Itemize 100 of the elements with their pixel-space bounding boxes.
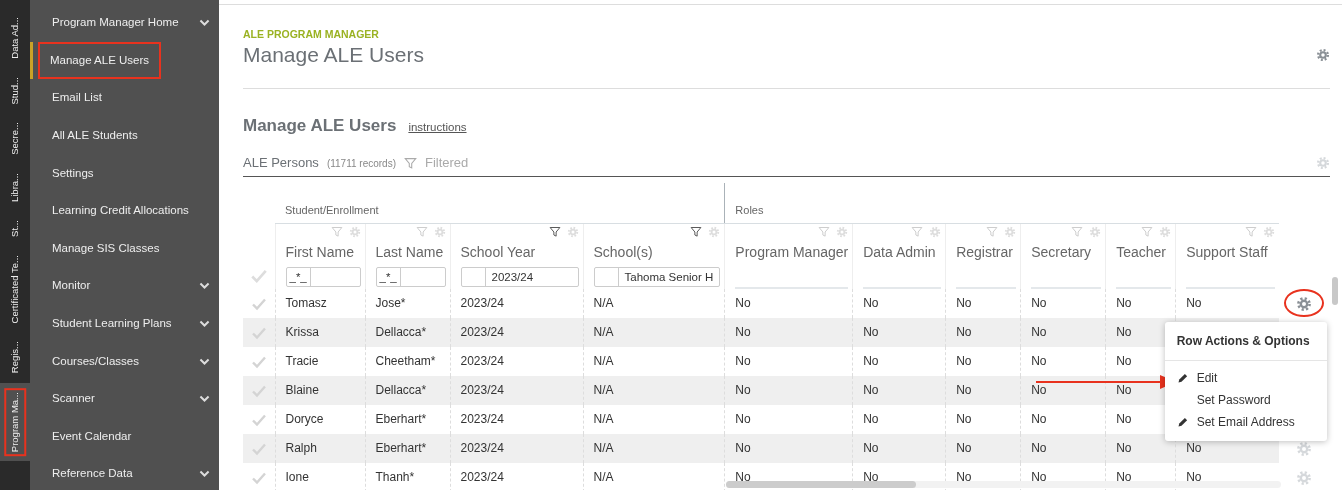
column-header[interactable]: Registrar: [956, 241, 1017, 263]
table-cell: Doryce: [285, 412, 324, 427]
page-title: Manage ALE Users: [243, 42, 424, 66]
table-cell: N/A: [593, 412, 614, 427]
column-header[interactable]: Support Staff: [1186, 241, 1275, 263]
sidebar-item[interactable]: Program Manager Home: [52, 14, 179, 32]
sidebar-item[interactable]: All ALE Students: [52, 126, 138, 145]
record-count: (11711 records): [326, 157, 396, 172]
column-header[interactable]: Secretary: [1031, 241, 1102, 263]
table-cell: Dellacca*: [375, 325, 427, 340]
vertical-tab[interactable]: Data Ad...: [0, 8, 30, 68]
vertical-tab[interactable]: Secre...: [0, 113, 30, 164]
row-check-icon[interactable]: [250, 296, 267, 313]
vertical-tab[interactable]: Stud...: [0, 67, 30, 114]
table-cell: No: [1186, 441, 1202, 456]
row-check-icon[interactable]: [250, 325, 267, 342]
pencil-icon: [1176, 371, 1189, 384]
table-cell: 2023/24: [460, 441, 504, 456]
table-cell: N/A: [593, 470, 614, 485]
sidebar-item[interactable]: Manage ALE Users: [38, 41, 162, 79]
column-header[interactable]: Teacher: [1116, 241, 1172, 263]
table-cell: N/A: [593, 354, 614, 369]
sidebar-item[interactable]: Learning Credit Allocations: [52, 202, 189, 220]
table-cell: No: [735, 412, 751, 427]
vertical-tab[interactable]: Libra...: [0, 163, 30, 211]
vertical-tab[interactable]: St...: [0, 211, 30, 246]
table-cell: No: [863, 412, 879, 427]
table-cell: Dellacca*: [375, 383, 427, 398]
section-title: Manage ALE Users: [243, 114, 397, 137]
table-cell: Eberhart*: [375, 412, 427, 427]
menu-item[interactable]: Set Password: [1164, 388, 1327, 411]
table-cell: N/A: [593, 441, 614, 456]
sidebar-item[interactable]: Manage SIS Classes: [52, 239, 160, 257]
horizontal-scrollbar[interactable]: [726, 481, 1281, 488]
table-cell: 2023/24: [460, 325, 504, 340]
table-cell: 2023/24: [460, 470, 504, 485]
menu-item[interactable]: Set Email Address: [1164, 410, 1327, 433]
row-check-icon[interactable]: [250, 412, 267, 429]
column-header[interactable]: Data Admin: [863, 241, 942, 263]
row-check-icon[interactable]: [250, 354, 267, 371]
row-check-icon[interactable]: [250, 383, 267, 400]
sidebar-item[interactable]: Settings: [52, 164, 94, 182]
instructions-link[interactable]: instructions: [408, 118, 467, 137]
sidebar-item[interactable]: Reference Data: [52, 465, 133, 483]
filter-field[interactable]: _*_: [375, 266, 446, 287]
table-cell: No: [956, 470, 972, 485]
sidebar-item[interactable]: Monitor: [52, 277, 91, 295]
table-cell: No: [1031, 470, 1047, 485]
table-cell: Ralph: [285, 441, 317, 456]
page-eyebrow: ALE PROGRAM MANAGER: [243, 27, 380, 42]
table-cell: 2023/24: [460, 412, 504, 427]
table-cell: No: [956, 412, 972, 427]
sidebar-item[interactable]: Student Learning Plans: [52, 314, 172, 333]
table-cell: 2023/24: [460, 383, 504, 398]
row-check-icon[interactable]: [250, 441, 267, 458]
vertical-tab[interactable]: Regis...: [0, 332, 30, 383]
table-cell: No: [1186, 470, 1202, 485]
table-cell: No: [735, 296, 751, 311]
table-cell: No: [1116, 325, 1132, 340]
row-check-icon[interactable]: [250, 470, 267, 487]
filter-field[interactable]: _*_: [285, 266, 361, 287]
settings-icon[interactable]: [1316, 47, 1330, 62]
vertical-tab[interactable]: Certificated Te...: [0, 245, 30, 333]
column-header[interactable]: School(s): [593, 241, 721, 263]
column-header[interactable]: First Name: [285, 241, 361, 263]
sidebar-item[interactable]: Courses/Classes: [52, 352, 139, 370]
table-cell: No: [1116, 412, 1132, 427]
table-cell: Jose*: [375, 296, 406, 311]
table-cell: Tomasz: [285, 296, 327, 311]
table-cell: Ione: [285, 470, 309, 485]
menu-item[interactable]: Edit: [1164, 366, 1327, 389]
vertical-scrollbar[interactable]: [1332, 277, 1338, 305]
grid-title: ALE Persons: [243, 154, 319, 173]
table-cell: No: [1116, 470, 1132, 485]
vertical-tab[interactable]: Program Ma...: [0, 382, 30, 461]
table-cell: N/A: [593, 296, 614, 311]
filter-field[interactable]: Tahoma Senior H: [593, 266, 721, 287]
table-cell: Tracie: [285, 354, 319, 369]
column-header[interactable]: Program Manager: [735, 241, 849, 263]
sidebar-item[interactable]: Event Calendar: [52, 427, 132, 445]
table-cell: No: [863, 354, 879, 369]
sidebar-item[interactable]: Scanner: [52, 390, 95, 408]
table-cell: No: [863, 296, 879, 311]
sidebar-item[interactable]: Email List: [52, 89, 102, 107]
column-header[interactable]: School Year: [460, 241, 579, 263]
column-group-label: Roles: [735, 204, 764, 217]
table-cell: No: [1031, 412, 1047, 427]
table-cell: 2023/24: [460, 296, 504, 311]
table-cell: No: [1186, 296, 1202, 311]
table-cell: No: [956, 354, 972, 369]
table-cell: No: [735, 325, 751, 340]
table-cell: No: [863, 325, 879, 340]
settings-icon[interactable]: [1295, 296, 1312, 313]
filter-icon[interactable]: [548, 225, 561, 238]
table-cell: No: [735, 354, 751, 369]
column-header[interactable]: Last Name: [375, 241, 446, 263]
table-cell: No: [863, 383, 879, 398]
table-cell: No: [863, 441, 879, 456]
filter-field[interactable]: 2023/24: [460, 266, 579, 287]
filter-icon[interactable]: [690, 225, 703, 238]
